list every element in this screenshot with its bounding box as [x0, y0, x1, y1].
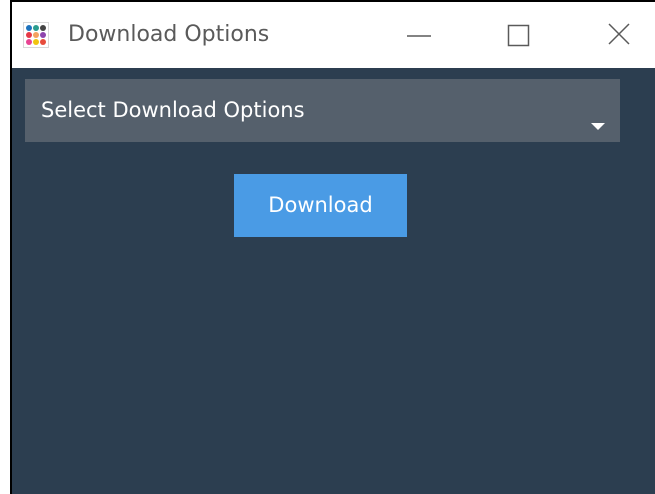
window-title: Download Options	[68, 22, 270, 47]
maximize-button[interactable]	[487, 2, 551, 68]
close-button[interactable]	[587, 2, 651, 68]
minimize-icon	[407, 35, 431, 37]
close-icon	[608, 23, 630, 45]
download-options-dropdown[interactable]: Select Download Options	[25, 79, 620, 142]
title-bar[interactable]: Download Options	[12, 2, 655, 68]
dropdown-selected-label: Select Download Options	[41, 98, 305, 122]
caret-down-icon	[591, 123, 605, 130]
maximize-icon	[507, 24, 530, 47]
app-window: Download Options Select Download Options…	[10, 0, 655, 494]
app-logo-icon	[23, 22, 49, 48]
download-button[interactable]: Download	[234, 174, 407, 237]
minimize-button[interactable]	[387, 2, 451, 68]
